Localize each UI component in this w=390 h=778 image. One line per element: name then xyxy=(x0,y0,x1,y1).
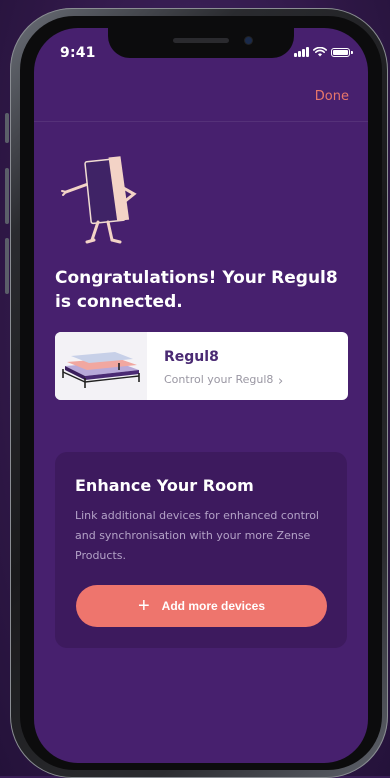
wifi-icon xyxy=(313,47,327,57)
status-time: 9:41 xyxy=(60,45,96,61)
done-button[interactable]: Done xyxy=(315,89,349,104)
app-screen: 9:41 Done Congratulations! Your Regul8 i… xyxy=(34,28,368,763)
status-icons xyxy=(294,47,353,57)
plus-icon: + xyxy=(137,595,150,617)
chevron-right-icon: › xyxy=(278,374,284,389)
enhance-description: Link additional devices for enhanced con… xyxy=(75,509,319,562)
mute-switch xyxy=(5,113,9,143)
battery-icon xyxy=(331,47,353,57)
front-camera xyxy=(245,37,252,44)
device-card-regul8[interactable]: Regul8 Control your Regul8 › xyxy=(55,332,348,400)
enhance-room-card: Enhance Your Room Link additional device… xyxy=(55,452,347,648)
speaker xyxy=(173,38,229,43)
bed-illustration xyxy=(55,332,147,400)
device-name: Regul8 xyxy=(164,349,219,365)
enhance-title: Enhance Your Room xyxy=(75,476,254,495)
notch xyxy=(108,28,294,58)
mascot-illustration xyxy=(61,156,137,244)
signal-icon xyxy=(294,47,309,57)
volume-up-button xyxy=(5,168,9,224)
header-divider xyxy=(34,121,368,122)
device-subtitle: Control your Regul8 xyxy=(164,373,274,386)
add-more-devices-label: Add more devices xyxy=(161,599,266,613)
add-more-devices-button[interactable]: + Add more devices xyxy=(76,585,327,627)
congratulations-heading: Congratulations! Your Regul8 is connecte… xyxy=(55,268,338,312)
volume-down-button xyxy=(5,238,9,294)
